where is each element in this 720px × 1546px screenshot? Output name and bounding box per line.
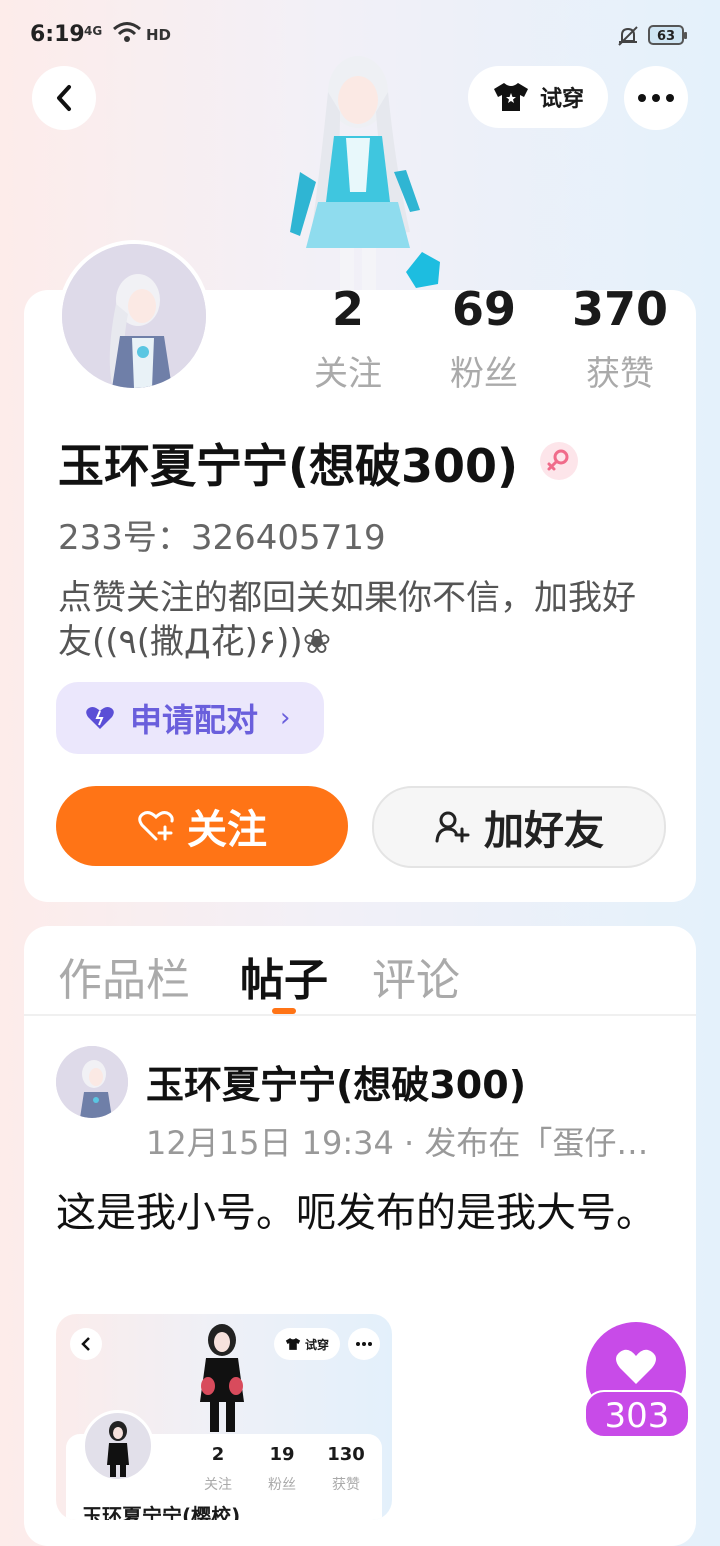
- add-friend-label: 加好友: [484, 808, 604, 854]
- follow-button[interactable]: 关注: [56, 786, 348, 866]
- stat-following-label: 关注: [314, 354, 382, 394]
- stat-likes-label: 获赞: [586, 354, 654, 394]
- chevron-left-icon: [57, 85, 71, 111]
- hd-label: HD: [146, 26, 172, 44]
- post-text[interactable]: 这是我小号。呃发布的是我大号。: [56, 1188, 666, 1238]
- stat-fans-label: 粉丝: [450, 354, 518, 394]
- status-time: 6:19: [30, 22, 85, 47]
- divider: [24, 1014, 696, 1016]
- battery-indicator: 63: [648, 25, 687, 45]
- profile-bio: 点赞关注的都回关如果你不信，加我好友((٩(撒Д花)۶))❀: [58, 578, 636, 662]
- add-friend-button[interactable]: 加好友: [372, 786, 666, 868]
- post-meta: 12月15日 19:34 · 发布在「蛋仔…: [146, 1124, 649, 1162]
- thumb-stat-fans-label: 粉丝: [268, 1477, 296, 1493]
- pair-request-button[interactable]: 申请配对 ›: [56, 682, 324, 754]
- post-image[interactable]: 试穿 2 关注 19 粉丝 130 获赞 玉环夏宁宁(樱校): [56, 1314, 392, 1520]
- like-count: 303: [584, 1390, 690, 1438]
- heart-plus-icon: [138, 811, 174, 841]
- avatar-image: [62, 244, 206, 388]
- gender-badge: [540, 442, 578, 480]
- profile-name: 玉环夏宁宁(想破300): [58, 439, 519, 493]
- tab-works[interactable]: 作品栏: [58, 944, 190, 1008]
- thumb-stat-following-count: 2: [211, 1444, 225, 1465]
- pair-request-label: 申请配对: [130, 701, 259, 739]
- thumb-more-button: [348, 1328, 380, 1360]
- try-on-label: 试穿: [539, 87, 584, 112]
- thumb-profile-name: 玉环夏宁宁(樱校): [82, 1504, 241, 1520]
- try-on-button[interactable]: 试穿: [468, 66, 608, 128]
- more-button[interactable]: [624, 66, 688, 130]
- user-id: 233号：326405719: [58, 518, 386, 558]
- signal-label: 4G: [84, 24, 103, 38]
- avatar-image: [56, 1046, 128, 1118]
- profile-avatar[interactable]: [58, 240, 210, 392]
- tshirt-icon: [493, 83, 528, 111]
- more-dots-icon: [638, 94, 674, 102]
- tab-posts[interactable]: 帖子: [240, 944, 328, 1008]
- thumb-stat-fans-count: 19: [269, 1444, 295, 1465]
- chevron-left-icon: [81, 1337, 90, 1351]
- bell-muted-icon: [618, 26, 638, 46]
- tshirt-icon: [285, 1338, 301, 1350]
- back-button[interactable]: [32, 66, 96, 130]
- post-author-name[interactable]: 玉环夏宁宁(想破300): [146, 1054, 526, 1109]
- stat-following-count[interactable]: 2: [278, 282, 418, 336]
- more-dots-icon: [356, 1342, 372, 1346]
- follow-label: 关注: [187, 807, 267, 853]
- wifi-icon: [113, 22, 141, 42]
- avatar-image: [107, 1421, 129, 1477]
- thumb-back-button: [70, 1328, 102, 1360]
- thumb-try-on-button: 试穿: [274, 1328, 340, 1360]
- thumb-stat-following-label: 关注: [204, 1477, 232, 1493]
- stat-likes-count[interactable]: 370: [550, 282, 690, 336]
- thumb-stat-likes-label: 获赞: [332, 1477, 360, 1493]
- tab-comments[interactable]: 评论: [372, 944, 460, 1008]
- thumb-try-on-label: 试穿: [304, 1337, 329, 1352]
- thumb-stat-likes-count: 130: [327, 1444, 365, 1465]
- stat-fans-count[interactable]: 69: [414, 282, 554, 336]
- chevron-right-icon: ›: [280, 703, 291, 733]
- add-user-icon: [435, 811, 470, 843]
- thumb-avatar: [82, 1410, 154, 1482]
- female-icon: [547, 449, 569, 471]
- thumb-character-image: [200, 1324, 244, 1432]
- avatar-character-image: [290, 56, 440, 292]
- post-author-avatar[interactable]: [56, 1046, 128, 1118]
- heart-pair-icon: [86, 707, 114, 729]
